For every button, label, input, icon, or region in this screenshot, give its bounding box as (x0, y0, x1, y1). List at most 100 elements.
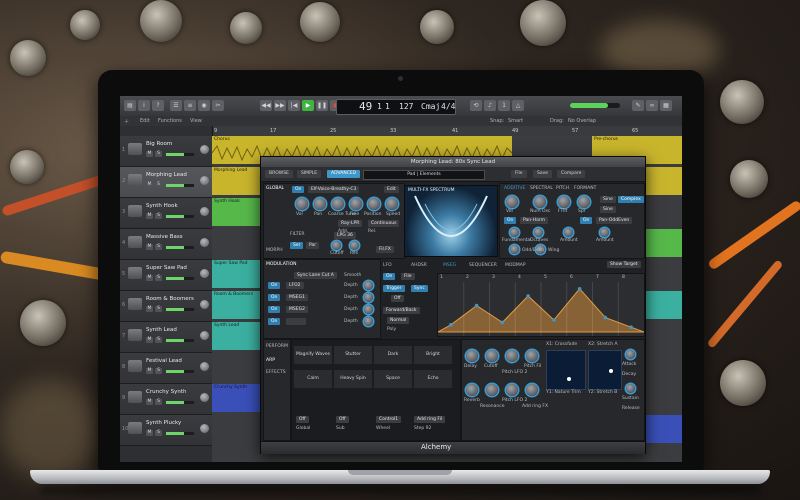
browser-icon[interactable]: ▦ (660, 100, 672, 111)
mod-on-button[interactable]: On (268, 318, 281, 325)
pad-assign-select[interactable]: Control1 (376, 416, 402, 423)
mod-source-select[interactable] (286, 318, 306, 325)
snap-select[interactable]: Smart (508, 118, 523, 124)
drag-select[interactable]: No Overlap (568, 118, 596, 124)
mute-button[interactable]: M (146, 151, 153, 157)
pan-knob[interactable] (200, 238, 209, 247)
rewind-icon[interactable]: ◀◀ (260, 100, 272, 111)
mod-on-button[interactable]: On (268, 306, 281, 313)
mixer-icon[interactable]: ≡ (184, 100, 196, 111)
track-row[interactable]: 6 Room & Boomers M S (120, 291, 212, 322)
track-row[interactable]: 4 Massive Bass M S (120, 229, 212, 260)
resonance-knob[interactable] (486, 384, 498, 396)
mod-depth-knob[interactable] (364, 305, 373, 314)
track-row[interactable]: 2 Morphing Lead M S (120, 167, 212, 198)
pan-knob[interactable] (200, 393, 209, 402)
pad-assign-select[interactable]: Off (296, 416, 309, 423)
pan-knob[interactable] (200, 300, 209, 309)
solo-button[interactable]: S (155, 368, 162, 374)
xy-pad-2[interactable] (588, 350, 622, 390)
mute-button[interactable]: M (146, 337, 153, 343)
track-row[interactable]: 8 Festival Lead M S (120, 353, 212, 384)
mute-button[interactable]: M (146, 399, 153, 405)
track-row[interactable]: 9 Crunchy Synth M S (120, 384, 212, 415)
tab-additive[interactable]: ADDITIVE (504, 186, 525, 191)
tab-ahdsr[interactable]: AHDSR (411, 263, 427, 268)
lcd-display[interactable]: 49 1 1 127 Cmaj 4/4 (336, 99, 456, 115)
cycle-icon[interactable]: ⟲ (470, 100, 482, 111)
source-mode-select[interactable]: Ray-LPR (338, 220, 363, 227)
pitch-lfo-2-knob[interactable] (506, 384, 518, 396)
tab-browse[interactable]: BROWSE (265, 170, 293, 178)
track-row[interactable]: 10 Synth Plucky M S (120, 415, 212, 446)
pitch-lfo-knob[interactable] (506, 350, 518, 362)
add-track-icon[interactable]: ＋ (124, 118, 129, 125)
envelope-node[interactable] (603, 315, 608, 320)
tab-sequencer[interactable]: SEQUENCER (469, 263, 497, 268)
tab-simple[interactable]: SIMPLE (297, 170, 322, 178)
notes-icon[interactable]: ✎ (632, 100, 644, 111)
perform-pad[interactable]: Calm (294, 370, 332, 388)
volume-fader[interactable] (166, 215, 194, 218)
vol-knob[interactable] (296, 198, 308, 210)
show-target-button[interactable]: Show Target (607, 261, 641, 268)
volume-fader[interactable] (166, 370, 194, 373)
reverb-knob[interactable] (466, 384, 478, 396)
ftilt-knob[interactable] (558, 196, 570, 208)
pan-knob[interactable] (200, 331, 209, 340)
fundamental-knob[interactable] (510, 228, 519, 237)
pan-knob[interactable] (314, 198, 326, 210)
loops-icon[interactable]: ∞ (646, 100, 658, 111)
track-row[interactable]: 1 Big Room M S (120, 136, 212, 167)
mod-target-select[interactable]: Sync Lane Cut A (294, 272, 337, 279)
volume-fader[interactable] (166, 432, 194, 435)
spr-knob[interactable] (578, 196, 590, 208)
res-knob[interactable] (350, 241, 359, 250)
tab-mseg[interactable]: MSEG (443, 263, 456, 268)
tab-advanced[interactable]: ADVANCED (327, 170, 361, 178)
forward-icon[interactable]: ▶▶ (274, 100, 286, 111)
mute-button[interactable]: M (146, 244, 153, 250)
editors-icon[interactable]: ✂ (212, 100, 224, 111)
sustain-knob[interactable] (626, 384, 635, 393)
view-menu[interactable]: View (190, 118, 202, 124)
play-icon[interactable]: ▶ (302, 100, 314, 111)
toolbar-icon[interactable]: ☰ (170, 100, 182, 111)
volume-fader[interactable] (166, 184, 194, 187)
additive-vol-knob[interactable] (506, 196, 518, 208)
track-row[interactable]: 5 Super Saw Pad M S (120, 260, 212, 291)
count-in-icon[interactable]: 1 (498, 100, 510, 111)
filter-type-select[interactable]: LPG 36 (334, 232, 356, 239)
functions-menu[interactable]: Functions (158, 118, 182, 124)
mod-on-button[interactable]: On (268, 282, 281, 289)
xy-pad-handle[interactable] (567, 377, 571, 381)
envelope-node[interactable] (526, 294, 530, 298)
spectrum-display[interactable]: MULTI-FX SPECTRUM (404, 185, 498, 257)
source-play-mode[interactable]: Continuous (368, 220, 400, 227)
mseg-mode-select[interactable]: Normal (387, 317, 410, 324)
mseg-loop-select[interactable]: Off (391, 295, 404, 302)
envelope-node[interactable] (500, 320, 505, 325)
xy-pad-1[interactable] (546, 350, 586, 390)
amount-knob-2[interactable] (600, 228, 609, 237)
perform-label[interactable]: PERFORM (266, 344, 288, 349)
pitch-fil-knob[interactable] (526, 350, 538, 362)
envelope-node[interactable] (449, 323, 453, 327)
preset-selector[interactable]: Pad | Elements (363, 170, 485, 180)
library-icon[interactable]: ▤ (124, 100, 136, 111)
effects-label[interactable]: EFFECTS (266, 370, 286, 375)
perform-pad[interactable]: Echo (414, 370, 452, 388)
volume-fader[interactable] (166, 401, 194, 404)
mod-source-select[interactable]: LFO2 (286, 282, 304, 289)
perform-pad[interactable]: Space (374, 370, 412, 388)
source-name[interactable]: Elf-Voice-Breathy-C3 (308, 186, 360, 193)
perform-pad[interactable]: Heavy Spin (334, 370, 372, 388)
amount-knob[interactable] (564, 228, 573, 237)
position-knob[interactable] (368, 198, 380, 210)
mute-button[interactable]: M (146, 213, 153, 219)
solo-button[interactable]: S (155, 430, 162, 436)
mseg-envelope-editor[interactable]: 1 2 3 4 5 6 7 8 (437, 273, 645, 337)
mseg-trigger-button[interactable]: Trigger (383, 285, 405, 292)
perform-pad[interactable]: Dark (374, 346, 412, 364)
tab-pitch[interactable]: PITCH (556, 186, 569, 191)
